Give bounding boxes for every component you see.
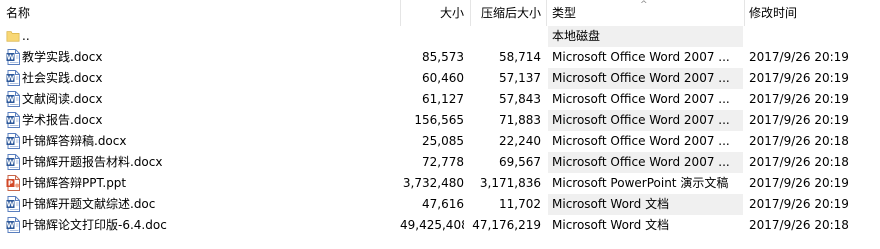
- file-name-cell: W 社会实践.docx: [6, 68, 396, 89]
- column-divider[interactable]: [546, 0, 547, 26]
- svg-text:P: P: [8, 179, 13, 187]
- svg-text:W: W: [7, 74, 15, 82]
- svg-text:W: W: [7, 116, 15, 124]
- file-modified-cell: 2017/9/26 20:19: [749, 92, 849, 106]
- file-size-cell: 49,425,408: [400, 218, 464, 232]
- file-type-cell: Microsoft Office Word 2007 ...: [552, 134, 730, 148]
- column-header-compressed-size[interactable]: 压缩后大小: [470, 0, 541, 26]
- file-compressed-size-cell: 57,843: [499, 92, 541, 106]
- file-compressed-size-cell: 11,702: [499, 197, 541, 211]
- file-type-cell: Microsoft Word 文档: [548, 194, 743, 215]
- file-type-cell: Microsoft Office Word 2007 ...: [548, 152, 743, 173]
- word-icon: W: [6, 216, 20, 233]
- word-icon: W: [6, 90, 20, 107]
- file-compressed-size-cell: 58,714: [499, 50, 541, 64]
- file-name-cell: W 文献阅读.docx: [6, 89, 396, 110]
- file-name: 叶锦辉论文打印版-6.4.doc: [22, 218, 167, 232]
- word-icon: W: [6, 111, 20, 128]
- file-name: 叶锦辉答辩稿.docx: [22, 134, 127, 148]
- file-modified-cell: 2017/9/26 20:19: [749, 50, 849, 64]
- file-row[interactable]: W 社会实践.docx 60,460 57,137 Microsoft Office W…: [0, 68, 880, 89]
- file-name: 叶锦辉答辩PPT.ppt: [22, 176, 127, 190]
- file-name: 社会实践.docx: [22, 71, 103, 85]
- file-name-cell: W 叶锦辉论文打印版-6.4.doc: [6, 215, 396, 236]
- file-row[interactable]: W 叶锦辉答辩稿.docx 25,085 22,240 Microsoft Office…: [0, 131, 880, 152]
- file-name-cell: W 教学实践.docx: [6, 47, 396, 68]
- file-row[interactable]: W 叶锦辉开题报告材料.docx 72,778 69,567 Microsoft Off…: [0, 152, 880, 173]
- word-icon: W: [6, 48, 20, 65]
- file-modified-cell: 2017/9/26 20:19: [749, 197, 849, 211]
- archive-file-list: 名称 大小 压缩后大小 类型 ^ 修改时间 .. 本地磁盘 W 教学实践.docx…: [0, 0, 880, 249]
- file-size-cell: 156,565: [414, 113, 464, 127]
- parent-folder-row[interactable]: .. 本地磁盘: [0, 26, 880, 47]
- file-type-cell: Microsoft Word 文档: [552, 218, 670, 232]
- file-modified-cell: 2017/9/26 20:19: [749, 71, 849, 85]
- file-compressed-size-cell: 3,171,836: [479, 176, 541, 190]
- file-row[interactable]: W 教学实践.docx 85,573 58,714 Microsoft Office W…: [0, 47, 880, 68]
- file-size-cell: 47,616: [422, 197, 464, 211]
- file-name: 教学实践.docx: [22, 50, 103, 64]
- file-name: 文献阅读.docx: [22, 92, 103, 106]
- file-name-cell: W 叶锦辉答辩稿.docx: [6, 131, 396, 152]
- file-name: 叶锦辉开题报告材料.docx: [22, 155, 163, 169]
- file-name: 学术报告.docx: [22, 113, 103, 127]
- file-compressed-size-cell: 22,240: [499, 134, 541, 148]
- file-modified-cell: 2017/9/26 20:19: [749, 176, 849, 190]
- file-name-cell: W 叶锦辉开题文献综述.doc: [6, 194, 396, 215]
- file-name-cell: W 学术报告.docx: [6, 110, 396, 131]
- file-size-cell: 3,732,480: [402, 176, 464, 190]
- file-modified-cell: 2017/9/26 20:19: [749, 113, 849, 127]
- column-header-size[interactable]: 大小: [400, 0, 464, 26]
- file-type-cell: Microsoft Office Word 2007 ...: [552, 50, 730, 64]
- file-type-cell: 本地磁盘: [548, 26, 743, 47]
- word-icon: W: [6, 69, 20, 86]
- file-size-cell: 85,573: [422, 50, 464, 64]
- svg-text:W: W: [7, 95, 15, 103]
- file-type-cell: Microsoft Office Word 2007 ...: [548, 110, 743, 131]
- column-header-modified[interactable]: 修改时间: [749, 0, 880, 26]
- file-row[interactable]: W 学术报告.docx 156,565 71,883 Microsoft Office …: [0, 110, 880, 131]
- word-icon: W: [6, 153, 20, 170]
- file-type-cell: Microsoft Office Word 2007 ...: [552, 92, 730, 106]
- file-row[interactable]: W 叶锦辉开题文献综述.doc 47,616 11,702 Microsoft Word…: [0, 194, 880, 215]
- file-modified-cell: 2017/9/26 20:18: [749, 155, 849, 169]
- file-compressed-size-cell: 47,176,219: [472, 218, 541, 232]
- file-size-cell: 61,127: [422, 92, 464, 106]
- file-row[interactable]: W 文献阅读.docx 61,127 57,843 Microsoft Office W…: [0, 89, 880, 110]
- file-compressed-size-cell: 69,567: [499, 155, 541, 169]
- column-header-bar: 名称 大小 压缩后大小 类型 ^ 修改时间: [0, 0, 880, 26]
- file-type-cell: Microsoft Office Word 2007 ...: [548, 68, 743, 89]
- file-modified-cell: 2017/9/26 20:18: [749, 218, 849, 232]
- svg-text:W: W: [7, 221, 15, 229]
- word-icon: W: [6, 132, 20, 149]
- file-compressed-size-cell: 71,883: [499, 113, 541, 127]
- svg-text:W: W: [7, 158, 15, 166]
- column-header-name[interactable]: 名称: [6, 0, 386, 26]
- folder-icon: [6, 30, 20, 42]
- svg-text:W: W: [7, 137, 15, 145]
- file-modified-cell: 2017/9/26 20:18: [749, 134, 849, 148]
- file-type-cell: Microsoft PowerPoint 演示文稿: [552, 176, 729, 190]
- file-name-cell: W 叶锦辉开题报告材料.docx: [6, 152, 396, 173]
- powerpoint-icon: P: [6, 174, 20, 191]
- column-divider[interactable]: [744, 0, 745, 26]
- word-icon: W: [6, 195, 20, 212]
- file-name-cell: P 叶锦辉答辩PPT.ppt: [6, 173, 396, 194]
- file-compressed-size-cell: 57,137: [499, 71, 541, 85]
- file-size-cell: 72,778: [422, 155, 464, 169]
- file-row[interactable]: W 叶锦辉论文打印版-6.4.doc 49,425,408 47,176,219 Mic…: [0, 215, 880, 236]
- file-row[interactable]: P 叶锦辉答辩PPT.ppt 3,732,480 3,171,836 Microsoft…: [0, 173, 880, 194]
- file-name-cell: ..: [6, 26, 396, 47]
- file-size-cell: 60,460: [422, 71, 464, 85]
- file-size-cell: 25,085: [422, 134, 464, 148]
- svg-text:W: W: [7, 200, 15, 208]
- file-name: 叶锦辉开题文献综述.doc: [22, 197, 156, 211]
- sort-ascending-icon: ^: [640, 0, 648, 10]
- svg-text:W: W: [7, 53, 15, 61]
